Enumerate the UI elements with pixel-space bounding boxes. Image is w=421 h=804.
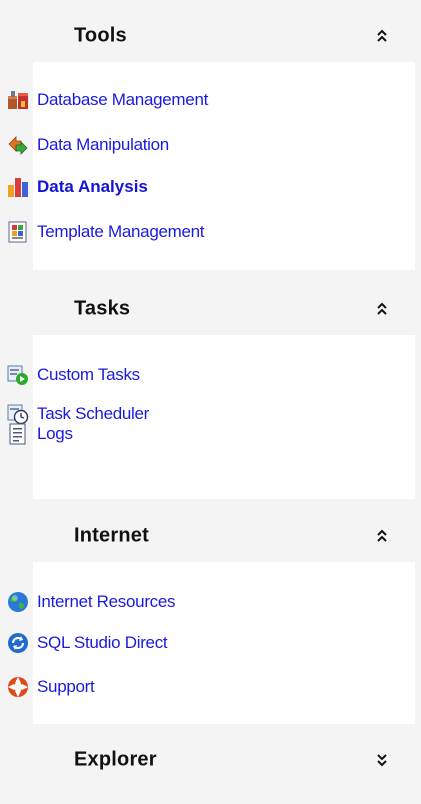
custom-tasks-icon (7, 365, 28, 385)
tasks-group-title: Tasks (74, 297, 131, 320)
internet-group-title: Internet (74, 524, 149, 547)
internet-resources-label: Internet Resources (37, 592, 176, 611)
template-management-label: Template Management (37, 222, 205, 241)
database-management-icon (8, 91, 28, 109)
bar-chart-icon (8, 178, 28, 197)
collapse-chevron-up-icon[interactable] (376, 302, 388, 316)
expand-chevron-down-icon[interactable] (376, 753, 388, 767)
custom-tasks-link[interactable]: Custom Tasks (7, 361, 140, 389)
logs-label: Logs (37, 424, 73, 443)
collapse-chevron-up-icon[interactable] (376, 529, 388, 543)
data-manipulation-label: Data Manipulation (37, 135, 169, 154)
support-label: Support (37, 677, 95, 696)
template-management-link[interactable]: Template Management (7, 218, 205, 246)
explorer-group-title: Explorer (74, 748, 157, 771)
sql-studio-direct-label: SQL Studio Direct (37, 633, 168, 652)
internet-resources-link[interactable]: Internet Resources (7, 588, 176, 616)
database-management-link[interactable]: Database Management (7, 86, 208, 114)
data-manipulation-link[interactable]: Data Manipulation (7, 131, 169, 159)
tasks-group-header[interactable]: Tasks (33, 283, 415, 335)
globe-icon (8, 592, 28, 612)
logs-link[interactable]: Logs (7, 420, 73, 448)
data-analysis-link[interactable]: Data Analysis (7, 173, 148, 201)
custom-tasks-label: Custom Tasks (37, 365, 140, 384)
data-analysis-label: Data Analysis (37, 177, 148, 196)
database-management-label: Database Management (37, 90, 209, 109)
data-manipulation-icon (8, 136, 28, 155)
internet-group-header[interactable]: Internet (33, 510, 415, 562)
refresh-globe-icon (8, 633, 28, 653)
support-link[interactable]: Support (7, 673, 95, 701)
tools-group-title: Tools (74, 24, 127, 47)
explorer-group-header[interactable]: Explorer (33, 734, 415, 786)
task-pane: Tools Database Management Data Manipulat… (0, 0, 421, 804)
lifebuoy-icon (8, 677, 28, 697)
logs-icon (9, 423, 26, 445)
collapse-chevron-up-icon[interactable] (376, 29, 388, 43)
template-icon (8, 221, 27, 243)
tools-group-header[interactable]: Tools (33, 10, 415, 62)
sql-studio-direct-link[interactable]: SQL Studio Direct (7, 629, 168, 657)
